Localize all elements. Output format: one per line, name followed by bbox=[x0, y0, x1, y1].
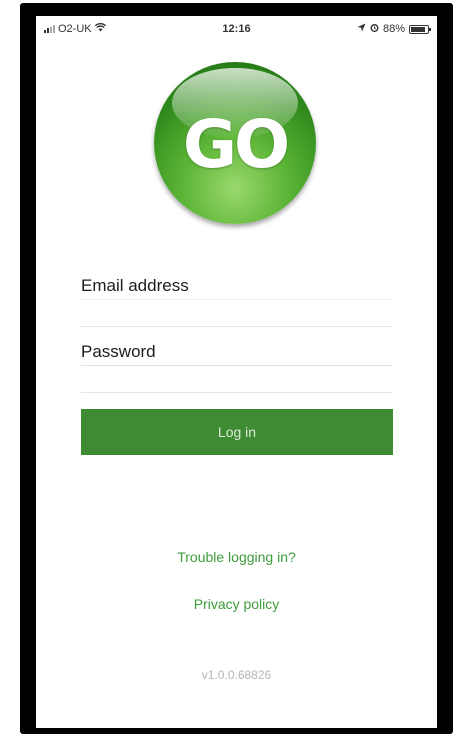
login-screen: O2-UK 12:16 88% GO Email address Passwor… bbox=[36, 16, 437, 728]
battery-percent: 88% bbox=[382, 23, 405, 35]
location-arrow-icon bbox=[357, 23, 366, 35]
login-button[interactable]: Log in bbox=[81, 409, 393, 455]
battery-fill bbox=[411, 26, 426, 32]
privacy-policy-link[interactable]: Privacy policy bbox=[36, 596, 437, 612]
status-right: 88% bbox=[357, 23, 431, 35]
email-label: Email address bbox=[81, 276, 189, 295]
go-logo: GO bbox=[154, 62, 316, 224]
logo-text: GO bbox=[182, 106, 290, 183]
alarm-icon bbox=[370, 23, 379, 35]
status-bar: O2-UK 12:16 88% bbox=[36, 16, 437, 42]
trouble-logging-in-link[interactable]: Trouble logging in? bbox=[36, 549, 437, 565]
email-field[interactable] bbox=[81, 299, 392, 327]
battery-icon bbox=[409, 24, 431, 34]
version-label: v1.0.0.68826 bbox=[201, 668, 272, 682]
password-field[interactable] bbox=[81, 365, 392, 393]
password-label: Password bbox=[81, 342, 156, 361]
